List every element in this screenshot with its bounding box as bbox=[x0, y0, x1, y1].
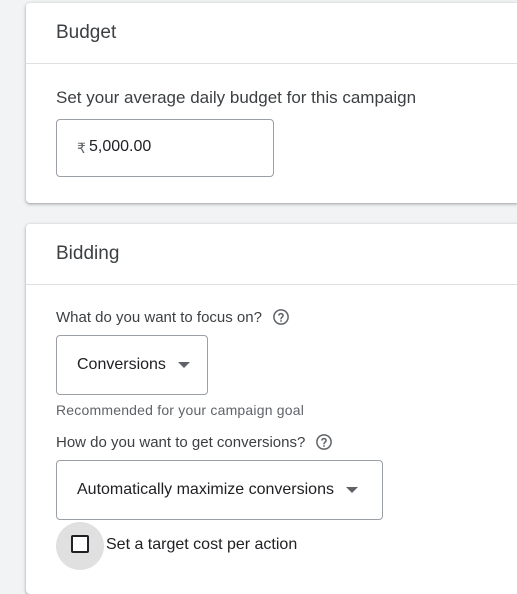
focus-question-label: What do you want to focus on? bbox=[56, 308, 262, 326]
bidding-title: Bidding bbox=[56, 243, 120, 264]
target-cpa-label[interactable]: Set a target cost per action bbox=[106, 536, 297, 554]
conversions-question-label: How do you want to get conversions? bbox=[56, 433, 306, 451]
bidding-card-header: Bidding bbox=[26, 224, 517, 285]
help-circle-icon[interactable] bbox=[315, 433, 333, 451]
focus-hint: Recommended for your campaign goal bbox=[56, 402, 305, 418]
target-cpa-checkbox[interactable] bbox=[56, 522, 104, 570]
currency-symbol: ₹ bbox=[77, 140, 86, 156]
caret-down-icon bbox=[177, 362, 190, 368]
daily-budget-input[interactable]: ₹ bbox=[56, 119, 274, 177]
conversions-question: How do you want to get conversions? bbox=[56, 433, 333, 451]
focus-dropdown-value: Conversions bbox=[77, 356, 166, 373]
bidding-card: Bidding What do you want to focus on? Co… bbox=[26, 224, 517, 594]
checkbox-square-icon[interactable] bbox=[71, 535, 89, 553]
budget-card-header: Budget bbox=[26, 3, 517, 64]
daily-budget-field[interactable] bbox=[89, 138, 259, 156]
conversions-dropdown-value: Automatically maximize conversions bbox=[77, 481, 334, 498]
focus-dropdown[interactable]: Conversions bbox=[56, 335, 208, 395]
budget-card: Budget Set your average daily budget for… bbox=[26, 3, 517, 203]
budget-description: Set your average daily budget for this c… bbox=[56, 88, 417, 107]
help-circle-icon[interactable] bbox=[272, 308, 290, 326]
caret-down-icon bbox=[345, 487, 358, 493]
budget-title: Budget bbox=[56, 22, 117, 43]
conversions-dropdown[interactable]: Automatically maximize conversions bbox=[56, 460, 383, 520]
focus-question: What do you want to focus on? bbox=[56, 308, 290, 326]
